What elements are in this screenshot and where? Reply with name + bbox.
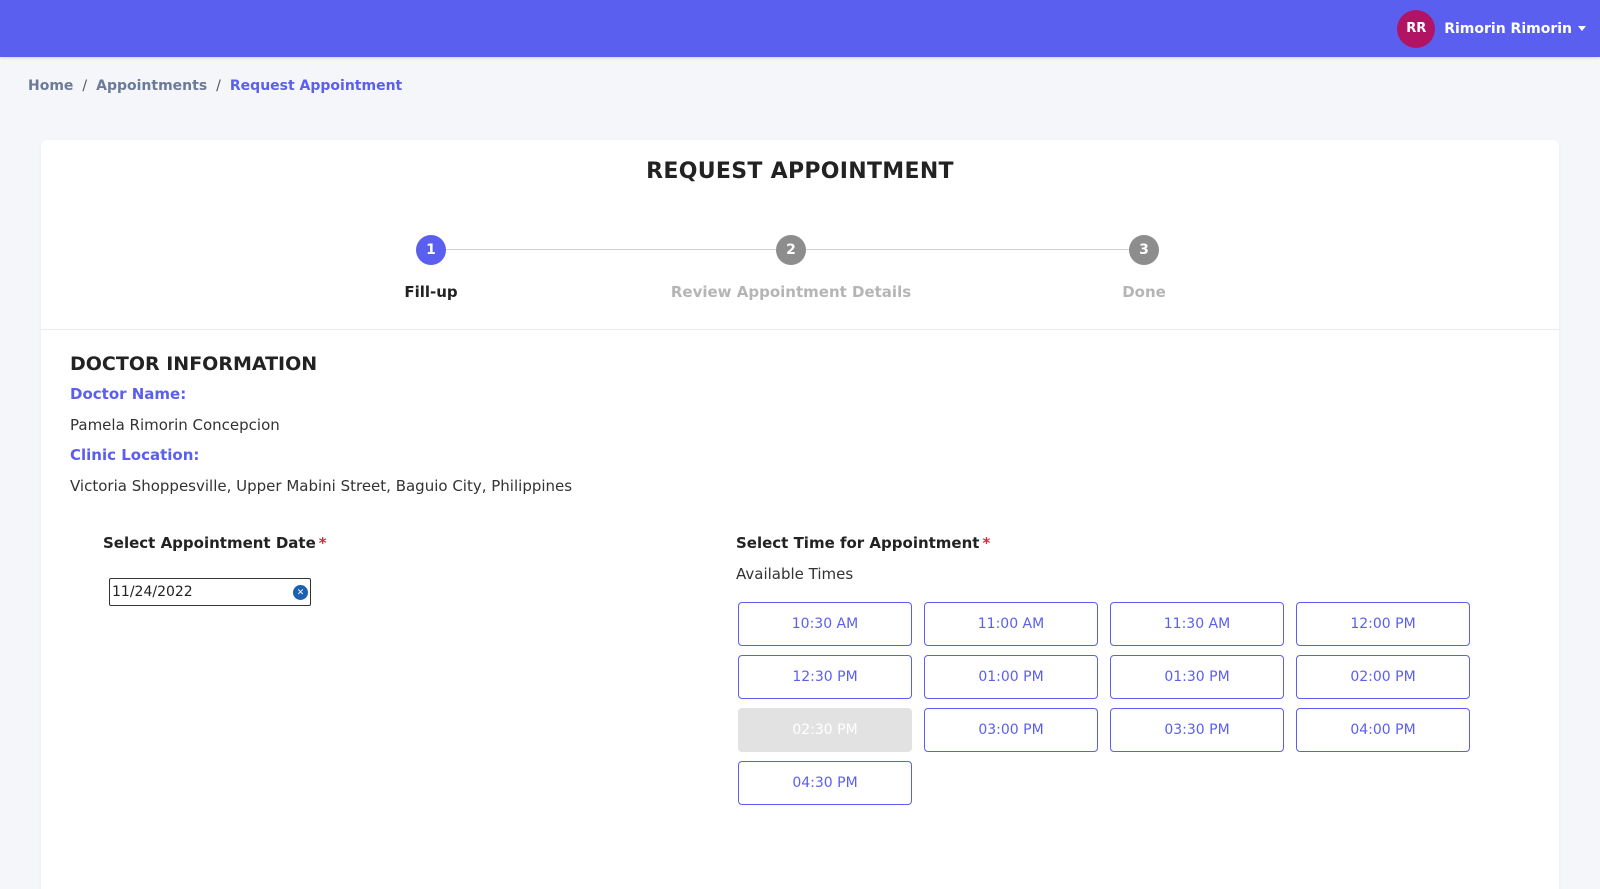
doctor-name-value: Pamela Rimorin Concepcion	[70, 416, 280, 434]
appointment-date-field[interactable]: ✕	[109, 578, 311, 606]
appointment-time-label: Select Time for Appointment *	[736, 534, 990, 552]
time-slot-button[interactable]: 01:30 PM	[1110, 655, 1284, 699]
stepper-connector	[806, 249, 1144, 250]
user-menu-dropdown[interactable]: RR Rimorin Rimorin	[1397, 9, 1586, 48]
time-slot-button[interactable]: 01:00 PM	[924, 655, 1098, 699]
required-marker: *	[982, 534, 991, 552]
doctor-info-heading: DOCTOR INFORMATION	[70, 353, 318, 375]
breadcrumb-appointments-link[interactable]: Appointments	[96, 78, 207, 94]
time-slot-button[interactable]: 04:30 PM	[738, 761, 912, 805]
time-slot-button[interactable]: 02:00 PM	[1296, 655, 1470, 699]
time-slot-button[interactable]: 11:30 AM	[1110, 602, 1284, 646]
available-times-label: Available Times	[736, 565, 854, 583]
stepper-connector	[446, 249, 791, 250]
clinic-location-value: Victoria Shoppesville, Upper Mabini Stre…	[70, 477, 573, 495]
time-slot-button: 02:30 PM	[738, 708, 912, 752]
avatar[interactable]: RR	[1397, 9, 1436, 48]
step-1-indicator: 1	[416, 235, 446, 265]
breadcrumb: Home / Appointments / Request Appointmen…	[28, 78, 402, 94]
step-1-label: Fill-up	[404, 283, 458, 301]
clinic-location-label: Clinic Location:	[70, 446, 200, 464]
appointment-date-input[interactable]	[110, 579, 310, 605]
breadcrumb-current: Request Appointment	[229, 78, 403, 94]
appointment-time-label-text: Select Time for Appointment	[736, 534, 980, 552]
time-slot-grid: 10:30 AM 11:00 AM 11:30 AM 12:00 PM 12:30 PM…	[738, 602, 1480, 805]
step-2-indicator: 2	[776, 235, 806, 265]
time-slot-button[interactable]: 03:30 PM	[1110, 708, 1284, 752]
breadcrumb-home-link[interactable]: Home	[28, 78, 73, 94]
required-marker: *	[318, 534, 327, 552]
step-3-indicator: 3	[1129, 235, 1159, 265]
x-circle-icon[interactable]: ✕	[293, 585, 308, 600]
caret-down-icon[interactable]	[1578, 26, 1586, 31]
breadcrumb-separator: /	[216, 78, 221, 94]
doctor-name-label: Doctor Name:	[70, 385, 187, 403]
user-name[interactable]: Rimorin Rimorin	[1444, 21, 1572, 37]
time-slot-button[interactable]: 10:30 AM	[738, 602, 912, 646]
time-slot-button[interactable]: 12:00 PM	[1296, 602, 1470, 646]
time-slot-button[interactable]: 04:00 PM	[1296, 708, 1470, 752]
breadcrumb-separator: /	[82, 78, 88, 94]
time-slot-button[interactable]: 11:00 AM	[924, 602, 1098, 646]
appointment-date-label-text: Select Appointment Date	[103, 534, 316, 552]
page-title: REQUEST APPOINTMENT	[646, 159, 954, 184]
top-navbar: RR Rimorin Rimorin	[0, 0, 1600, 57]
step-3-label: Done	[1122, 283, 1166, 301]
time-slot-button[interactable]: 03:00 PM	[924, 708, 1098, 752]
divider	[41, 329, 1559, 330]
appointment-date-label: Select Appointment Date *	[103, 534, 327, 552]
time-slot-button[interactable]: 12:30 PM	[738, 655, 912, 699]
request-appointment-card: REQUEST APPOINTMENT 1 2 3 Fill-up Review…	[41, 140, 1559, 889]
step-2-label: Review Appointment Details	[670, 283, 912, 301]
